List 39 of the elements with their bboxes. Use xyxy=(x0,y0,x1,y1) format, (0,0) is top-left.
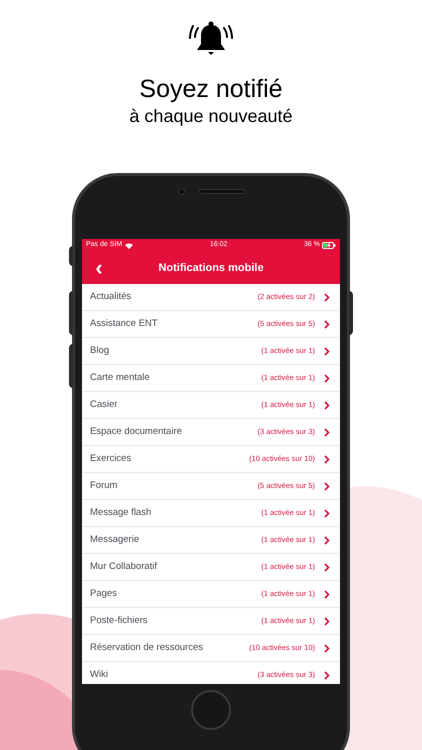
chevron-right-icon xyxy=(324,428,330,436)
headline-title: Soyez notifié xyxy=(139,74,283,104)
chevron-right-icon xyxy=(324,670,330,680)
chevron-right-icon xyxy=(324,644,330,652)
chevron-right-icon xyxy=(324,590,330,598)
chevron-right-icon xyxy=(324,346,330,356)
chevron-right-icon xyxy=(324,536,330,544)
row-label: Wiki xyxy=(90,668,108,682)
row-label: Actualités xyxy=(90,290,132,304)
row-label: Poste-fichiers xyxy=(90,614,148,628)
row-label: Messagerie xyxy=(90,532,140,547)
chevron-right-icon xyxy=(324,562,330,572)
chevron-right-icon xyxy=(324,374,330,382)
chevron-right-icon xyxy=(324,508,330,518)
row-label: Réservation de ressources xyxy=(90,640,203,655)
row-label: Assistance ENT xyxy=(90,316,158,331)
chevron-right-icon xyxy=(324,616,330,626)
wifi-icon xyxy=(125,242,134,248)
chevron-right-icon xyxy=(324,292,330,302)
headline-subtitle: à chaque nouveauté xyxy=(129,105,293,128)
chevron-right-icon xyxy=(324,320,330,328)
speaker-icon xyxy=(198,189,244,194)
home-button[interactable] xyxy=(191,690,231,730)
row-label: Casier xyxy=(90,398,118,412)
row-label: Carte mentale xyxy=(90,370,150,385)
chevron-right-icon xyxy=(324,454,330,464)
row-label: Blog xyxy=(90,344,110,358)
row-label: Mur Collaboratif xyxy=(90,560,158,574)
row-label: Espace documentaire xyxy=(90,424,182,439)
battery-icon xyxy=(322,242,336,249)
camera-icon xyxy=(178,188,184,195)
row-label: Pages xyxy=(90,586,117,601)
row-label: Message flash xyxy=(90,506,152,520)
screen-title: Notifications mobile xyxy=(158,260,264,276)
chevron-right-icon xyxy=(324,400,330,410)
chevron-right-icon xyxy=(324,482,330,490)
back-button[interactable]: ‹ xyxy=(92,257,106,279)
row-label: Forum xyxy=(90,478,118,493)
row-label: Exercices xyxy=(90,452,132,466)
